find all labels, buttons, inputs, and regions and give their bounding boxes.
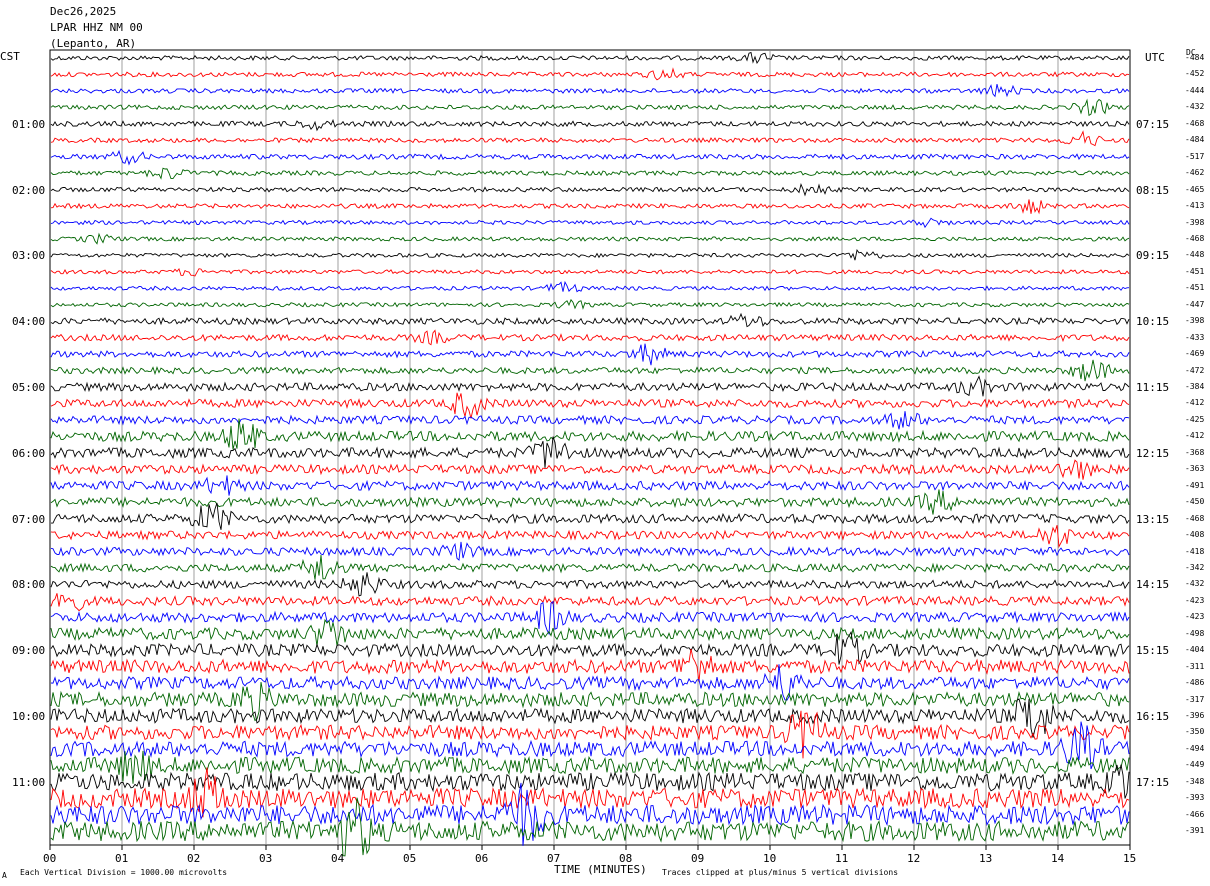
seismic-trace [50, 411, 1130, 430]
vertical-division-note: Each Vertical Division = 1000.00 microvo… [20, 868, 228, 877]
seismic-trace [50, 167, 1130, 180]
seismic-trace [50, 312, 1130, 328]
seismic-trace [50, 436, 1130, 468]
seismic-trace [50, 232, 1130, 245]
seismic-trace [50, 475, 1130, 496]
seismic-trace [50, 375, 1130, 397]
seismic-trace [50, 593, 1130, 612]
seismic-trace [50, 329, 1130, 346]
seismic-trace [50, 721, 1130, 770]
seismic-trace [50, 130, 1130, 147]
seismic-trace [50, 618, 1130, 647]
seismic-trace [50, 182, 1130, 197]
footer-mark: A [2, 871, 7, 880]
seismic-trace [50, 630, 1130, 665]
seismic-trace [50, 249, 1130, 261]
seismic-trace [50, 797, 1130, 857]
seismic-trace [50, 648, 1130, 682]
seismic-trace [50, 83, 1130, 98]
seismic-trace [50, 459, 1130, 480]
seismic-trace [50, 343, 1130, 366]
clipping-note: Traces clipped at plus/minus 5 vertical … [662, 868, 899, 877]
seismic-trace [50, 525, 1130, 549]
seismic-trace [51, 502, 1130, 530]
seismic-trace [50, 572, 1130, 597]
seismic-trace [50, 98, 1130, 117]
seismic-trace [50, 418, 1130, 450]
seismic-trace [50, 118, 1130, 132]
seismic-trace [50, 541, 1130, 561]
seismic-trace [50, 359, 1130, 382]
seismic-trace [50, 555, 1130, 580]
seismic-trace [50, 51, 1130, 65]
seismic-trace [50, 67, 1130, 81]
plot-frame [49, 49, 1131, 846]
seismogram-plot [49, 49, 1131, 857]
seismic-trace [50, 298, 1130, 310]
seismic-trace [50, 392, 1130, 419]
seismic-trace [50, 149, 1130, 166]
seismic-trace [50, 600, 1130, 636]
seismic-trace [50, 280, 1130, 293]
seismic-trace [50, 199, 1130, 215]
seismic-trace [50, 664, 1130, 701]
seismic-trace [50, 489, 1130, 515]
seismic-trace [50, 267, 1130, 277]
x-axis-title: TIME (MINUTES) [554, 863, 647, 876]
seismic-trace [50, 217, 1130, 229]
